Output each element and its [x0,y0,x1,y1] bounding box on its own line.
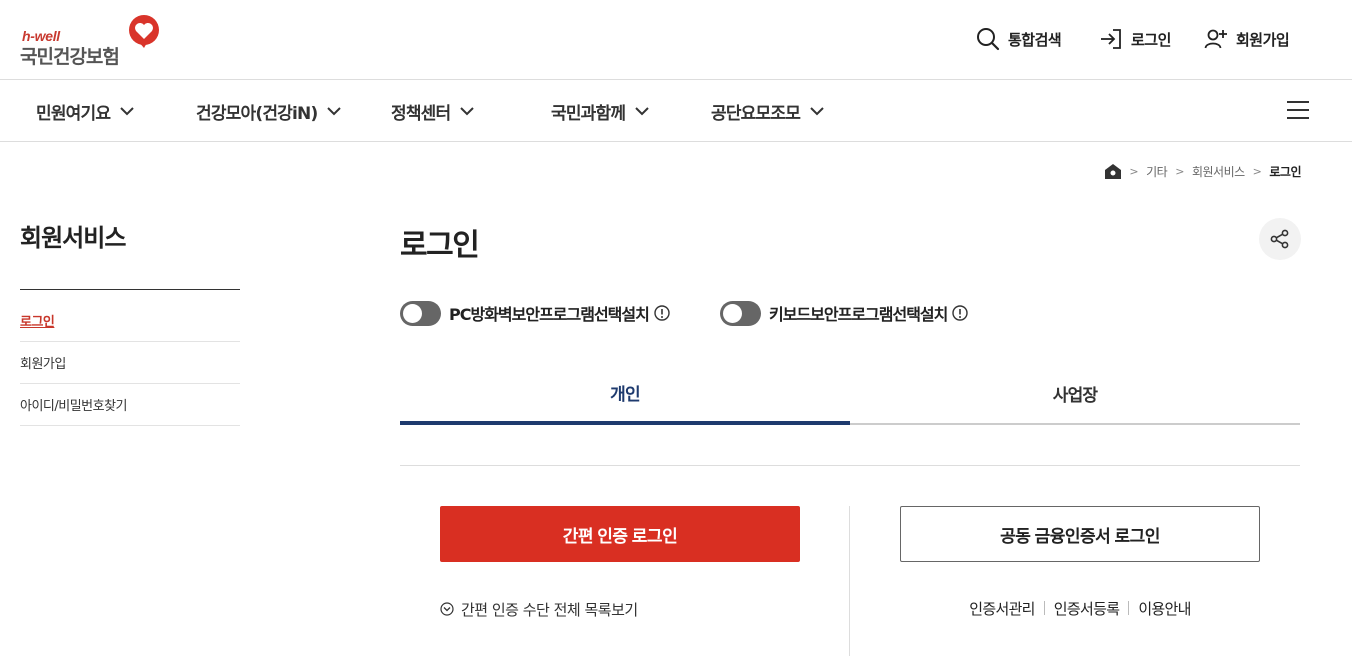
tab-personal[interactable]: 개인 [400,364,850,425]
breadcrumb-item[interactable]: 회원서비스 [1192,163,1245,180]
certificate-links: 인증서관리 인증서등록 이용안내 [900,597,1260,619]
link-separator [1128,601,1130,615]
chevron-circle-down-icon [440,602,454,616]
lnb-item-find-id-password[interactable]: 아이디/비밀번호찾기 [20,384,240,426]
login-icon [1101,29,1121,49]
cert-register-link[interactable]: 인증서등록 [1054,598,1120,619]
chevron-down-icon [810,106,824,115]
content-divider [400,465,1300,466]
firewall-toggle-row: PC방화벽보안프로그램선택설치 [400,298,670,328]
nav-health-in[interactable]: 건강모아(건강iN) [196,98,342,124]
column-divider [849,506,850,656]
user-plus-icon [1204,29,1227,49]
nav-label: 공단요모조모 [711,103,801,124]
search-label: 통합검색 [1008,30,1062,49]
breadcrumb-item[interactable]: 기타 [1146,163,1168,180]
link-separator [1043,601,1045,615]
cert-manage-link[interactable]: 인증서관리 [969,598,1035,619]
nav-label: 국민과함께 [551,103,626,124]
simple-auth-list-label: 간편 인증 수단 전체 목록보기 [461,600,638,619]
nav-policy-center[interactable]: 정책센터 [391,98,475,124]
chevron-down-icon [460,106,475,115]
search-link[interactable]: 통합검색 [976,26,1062,52]
nav-with-citizens[interactable]: 국민과함께 [551,98,649,124]
share-icon [1270,229,1289,249]
signup-link[interactable]: 회원가입 [1204,26,1290,52]
site-header: h-well 국민건강보험 통합검색 로그인 회원가입 [0,0,1352,80]
tab-business[interactable]: 사업장 [850,364,1300,425]
chevron-down-icon [327,106,342,115]
simple-auth-login-button[interactable]: 간편 인증 로그인 [440,506,800,562]
lnb-item-login[interactable]: 로그인 [20,300,240,342]
lnb-title: 회원서비스 [20,224,126,252]
info-icon[interactable] [654,305,670,321]
chevron-down-icon [635,106,649,115]
cert-guide-link[interactable]: 이용안내 [1138,598,1191,619]
certificate-login-button[interactable]: 공동 금융인증서 로그인 [900,506,1260,562]
main-nav: 민원여기요 건강모아(건강iN) 정책센터 국민과함께 공단요모조모 [0,80,1352,142]
breadcrumb-sep: > [1252,164,1262,178]
breadcrumb-sep: > [1175,164,1184,178]
chevron-down-icon [120,106,134,115]
breadcrumb: > 기타 > 회원서비스 > 로그인 [1105,162,1301,180]
firewall-toggle[interactable] [400,300,441,326]
keyboard-toggle-row: 키보드보안프로그램선택설치 [720,298,969,328]
lnb-divider [20,289,240,290]
signup-label: 회원가입 [1236,30,1290,49]
simple-auth-list-link[interactable]: 간편 인증 수단 전체 목록보기 [440,598,638,620]
nav-about[interactable]: 공단요모조모 [711,98,824,124]
home-icon[interactable] [1105,163,1122,179]
breadcrumb-sep: > [1129,164,1139,178]
nav-label: 정책센터 [391,103,451,124]
heart-logo-icon [129,15,159,48]
login-label: 로그인 [1131,30,1171,49]
nav-label: 민원여기요 [36,103,111,124]
breadcrumb-current: 로그인 [1269,164,1301,179]
keyboard-toggle-label: 키보드보안프로그램선택설치 [769,305,948,324]
share-button[interactable] [1259,218,1301,260]
menu-hamburger-icon[interactable] [1287,100,1309,120]
keyboard-toggle[interactable] [720,300,761,326]
firewall-toggle-label: PC방화벽보안프로그램선택설치 [449,305,650,324]
logo[interactable]: h-well 국민건강보험 [20,14,165,68]
search-icon [977,28,1000,51]
nav-label: 건강모아(건강iN) [196,103,318,124]
lnb-item-signup[interactable]: 회원가입 [20,342,240,384]
logo-name: 국민건강보험 [20,46,120,68]
login-link[interactable]: 로그인 [1099,26,1171,52]
nav-civil-service[interactable]: 민원여기요 [36,98,134,124]
page-title: 로그인 [400,228,480,263]
info-icon[interactable] [952,305,969,321]
